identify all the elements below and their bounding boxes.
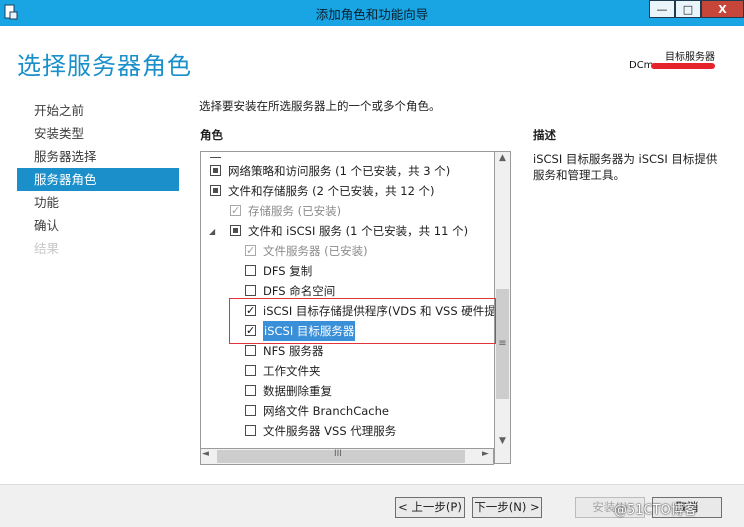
scroll-right-arrow-icon[interactable]: ► <box>482 449 489 459</box>
role-row[interactable]: NFS 服务器 <box>201 341 495 361</box>
role-checkbox[interactable] <box>245 385 256 396</box>
role-label: 工作文件夹 <box>263 364 321 378</box>
role-label: 存储服务 (已安装) <box>248 204 342 218</box>
list-item-partial <box>210 152 221 158</box>
nav-item[interactable]: 功能 <box>17 191 179 214</box>
scroll-grip-h-icon: III <box>334 449 342 459</box>
role-label: 文件和 iSCSI 服务 (1 个已安装，共 11 个) <box>248 224 469 238</box>
role-row[interactable]: 工作文件夹 <box>201 361 495 381</box>
maximize-button[interactable]: □ <box>675 0 701 18</box>
target-server-name: DCm <box>629 60 654 71</box>
redaction-mark <box>651 63 715 69</box>
nav-item[interactable]: 安装类型 <box>17 122 179 145</box>
role-checkbox <box>245 241 256 261</box>
role-checkbox[interactable] <box>245 345 256 356</box>
highlight-annotation-box <box>229 298 496 344</box>
role-label: 网络文件 BranchCache <box>263 404 389 418</box>
nav-item[interactable]: 开始之前 <box>17 99 179 122</box>
role-row[interactable]: 文件服务器 (已安装) <box>201 241 495 261</box>
scroll-left-arrow-icon[interactable]: ◄ <box>202 449 209 459</box>
role-row[interactable]: 存储服务 (已安装) <box>201 201 495 221</box>
scroll-down-arrow-icon[interactable]: ▼ <box>494 436 511 446</box>
description-heading: 描述 <box>533 128 556 142</box>
next-button[interactable]: 下一步(N) > <box>472 497 542 518</box>
role-row[interactable]: 数据删除重复 <box>201 381 495 401</box>
role-label: 文件服务器 (已安装) <box>263 244 368 258</box>
role-checkbox[interactable] <box>245 285 256 296</box>
nav-item[interactable]: 确认 <box>17 214 179 237</box>
role-label: 数据删除重复 <box>263 384 332 398</box>
role-checkbox[interactable] <box>245 365 256 376</box>
role-row[interactable]: 文件服务器 VSS 代理服务 <box>201 421 495 441</box>
minimize-button[interactable]: — <box>649 0 675 18</box>
nav-item[interactable]: 服务器角色 <box>17 168 179 191</box>
role-row[interactable]: 文件和存储服务 (2 个已安装，共 12 个) <box>201 181 495 201</box>
scroll-grip-icon: ≡ <box>498 338 507 349</box>
roles-heading: 角色 <box>200 128 223 142</box>
role-label: NFS 服务器 <box>263 344 324 358</box>
scroll-up-arrow-icon[interactable]: ▲ <box>494 153 511 163</box>
role-checkbox[interactable] <box>210 185 221 196</box>
role-checkbox[interactable] <box>245 265 256 276</box>
instruction-text: 选择要安装在所选服务器上的一个或多个角色。 <box>199 99 441 113</box>
description-text: iSCSI 目标服务器为 iSCSI 目标提供服务和管理工具。 <box>533 152 718 182</box>
nav-item[interactable]: 服务器选择 <box>17 145 179 168</box>
role-label: DFS 复制 <box>263 264 313 278</box>
close-button[interactable]: X <box>701 0 744 18</box>
role-row[interactable]: DFS 复制 <box>201 261 495 281</box>
window-title: 添加角色和功能向导 <box>315 7 429 22</box>
role-checkbox[interactable] <box>210 165 221 176</box>
role-label: 文件和存储服务 (2 个已安装，共 12 个) <box>228 184 435 198</box>
role-row[interactable]: 网络策略和访问服务 (1 个已安装，共 3 个) <box>201 161 495 181</box>
role-row[interactable]: ◢ 文件和 iSCSI 服务 (1 个已安装，共 11 个) <box>201 221 495 241</box>
watermark: @51CTO博客 <box>614 503 697 518</box>
page-title: 选择服务器角色 <box>17 52 192 80</box>
role-checkbox <box>230 201 241 221</box>
role-row[interactable]: 网络文件 BranchCache <box>201 401 495 421</box>
role-checkbox[interactable] <box>230 225 241 236</box>
expander-icon[interactable]: ◢ <box>209 222 215 242</box>
role-checkbox[interactable] <box>245 425 256 436</box>
role-label: 网络策略和访问服务 (1 个已安装，共 3 个) <box>228 164 451 178</box>
role-label: 文件服务器 VSS 代理服务 <box>263 424 397 438</box>
nav-item: 结果 <box>34 241 60 256</box>
role-checkbox[interactable] <box>245 405 256 416</box>
target-server-label: 目标服务器 <box>665 52 715 63</box>
previous-button[interactable]: < 上一步(P) <box>395 497 465 518</box>
